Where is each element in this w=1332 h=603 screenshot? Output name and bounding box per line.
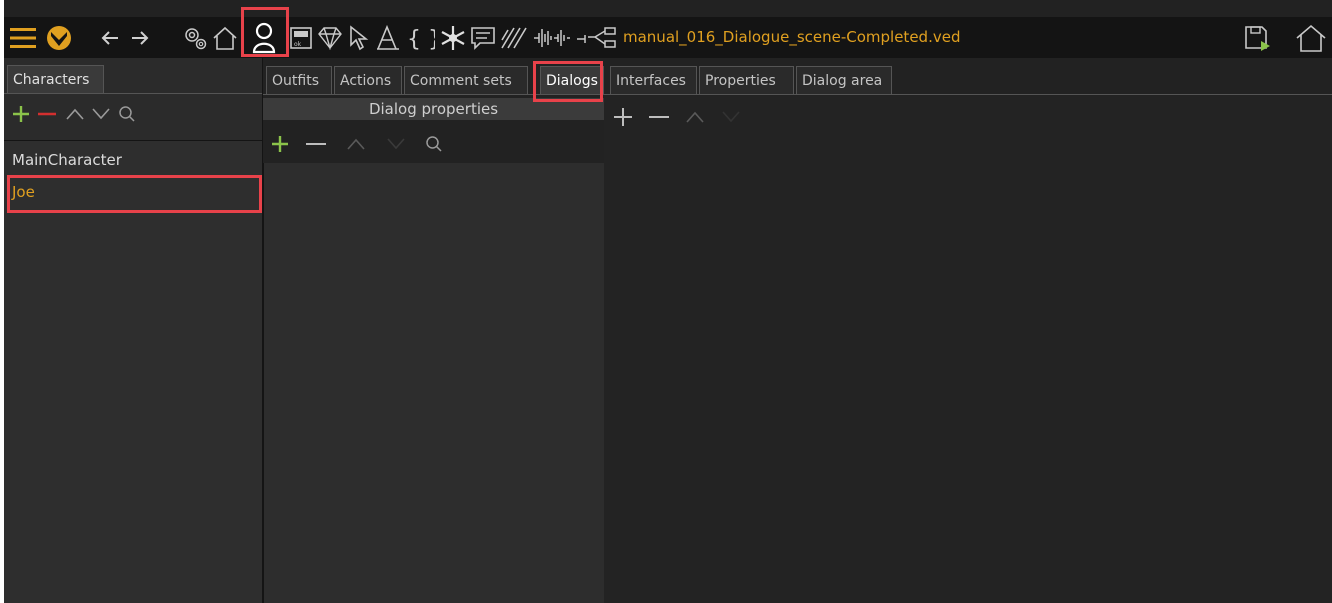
comment-icon[interactable] (468, 17, 498, 58)
forward-arrow-icon[interactable] (126, 17, 154, 58)
tab-dialog-area[interactable]: Dialog area (796, 66, 892, 94)
hatch-icon[interactable] (498, 17, 530, 58)
menu-icon[interactable] (6, 17, 40, 58)
tab-outfits[interactable]: Outfits (266, 66, 332, 94)
remove-icon[interactable] (36, 99, 58, 129)
dialog-nodes-toolbar (610, 102, 760, 132)
main-toolbar: ok { } manual_016_Dialogue_scene-Comple (4, 17, 1332, 58)
dialogs-list-toolbar (267, 129, 457, 159)
list-item[interactable]: MainCharacter (4, 146, 262, 174)
search-icon[interactable] (423, 129, 445, 159)
audio-icon[interactable] (530, 17, 574, 58)
dialogs-list (263, 163, 605, 603)
project-title: manual_016_Dialogue_scene-Completed.ved (623, 28, 961, 46)
move-up-icon[interactable] (684, 102, 706, 132)
svg-text:{ }: { } (407, 27, 435, 51)
braces-icon[interactable]: { } (403, 17, 437, 58)
dialog-editor-area (604, 96, 1332, 603)
tab-properties[interactable]: Properties (699, 66, 794, 94)
home-icon[interactable] (210, 17, 240, 58)
characters-panel: Characters MainCharacter Joe (4, 58, 263, 603)
tab-dialogs[interactable]: Dialogs (540, 66, 604, 94)
character-icon[interactable] (242, 17, 286, 58)
share-icon[interactable] (574, 17, 620, 58)
list-item-selected[interactable]: Joe (4, 178, 262, 206)
outfit-icon[interactable]: ok (287, 17, 315, 58)
gear-icon[interactable] (180, 17, 210, 58)
move-up-icon[interactable] (345, 129, 367, 159)
tab-characters[interactable]: Characters (7, 65, 104, 93)
add-icon[interactable] (269, 129, 291, 159)
tab-interfaces[interactable]: Interfaces (610, 66, 697, 94)
app-window: ok { } manual_016_Dialogue_scene-Comple (4, 0, 1332, 603)
add-icon[interactable] (10, 99, 32, 129)
snowflake-icon[interactable] (438, 17, 468, 58)
tab-actions[interactable]: Actions (334, 66, 402, 94)
search-icon[interactable] (116, 99, 138, 129)
save-icon[interactable] (1241, 17, 1275, 58)
list-item-label: MainCharacter (12, 151, 122, 169)
characters-list-toolbar (8, 99, 198, 129)
tab-comment-sets[interactable]: Comment sets (404, 66, 528, 94)
move-down-icon[interactable] (720, 102, 742, 132)
list-item-label: Joe (12, 183, 35, 201)
tab-bar: Outfits Actions Comment sets Dialogs Int… (263, 58, 1332, 96)
font-icon[interactable] (373, 17, 403, 58)
home-outline-icon[interactable] (1291, 17, 1331, 58)
remove-icon[interactable] (648, 102, 670, 132)
logo-icon[interactable] (44, 17, 74, 58)
characters-list (4, 140, 262, 603)
remove-icon[interactable] (305, 129, 327, 159)
tab-divider (263, 94, 1332, 95)
move-down-icon[interactable] (90, 99, 112, 129)
move-down-icon[interactable] (385, 129, 407, 159)
add-icon[interactable] (612, 102, 634, 132)
tab-divider (4, 93, 262, 94)
back-arrow-icon[interactable] (96, 17, 124, 58)
move-up-icon[interactable] (64, 99, 86, 129)
svg-text:ok: ok (294, 41, 302, 48)
diamond-icon[interactable] (315, 17, 345, 58)
dialog-properties-header: Dialog properties (263, 98, 604, 120)
cursor-icon[interactable] (345, 17, 373, 58)
